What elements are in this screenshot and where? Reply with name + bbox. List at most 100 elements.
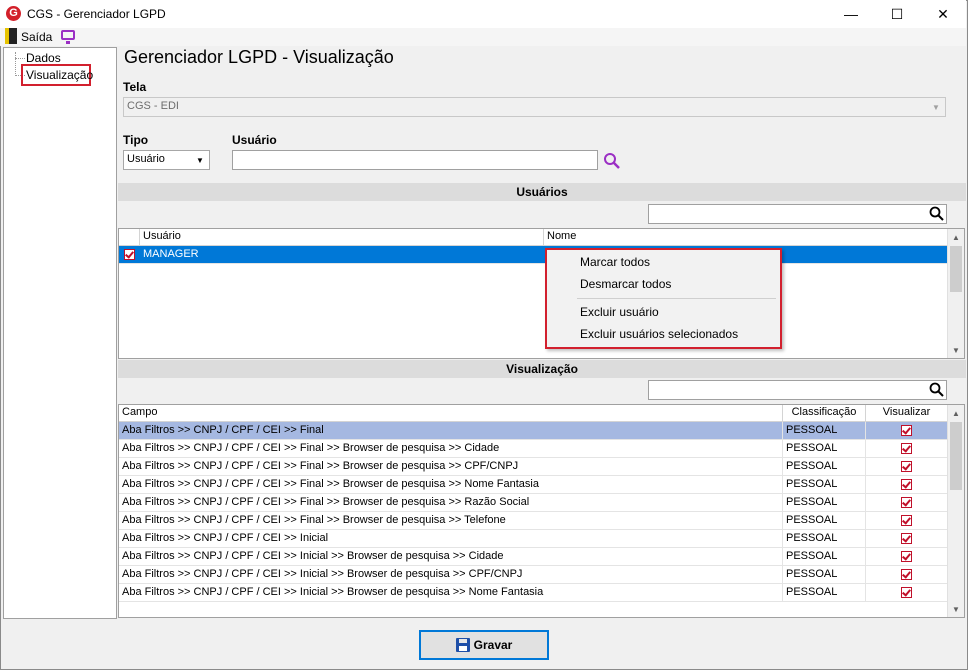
- checkbox-checked[interactable]: [901, 551, 912, 562]
- column-header-classificacao[interactable]: Classificação: [783, 405, 866, 421]
- checkbox-checked[interactable]: [901, 497, 912, 508]
- maximize-button[interactable]: ☐: [874, 0, 920, 28]
- scrollbar-thumb[interactable]: [950, 246, 962, 292]
- column-header-nome[interactable]: Nome: [544, 229, 947, 245]
- usuario-label: Usuário: [232, 133, 277, 147]
- save-button-label: Gravar: [473, 638, 513, 652]
- navigation-tree: Dados Visualização: [3, 47, 117, 619]
- cell-visualizar[interactable]: [866, 512, 947, 529]
- column-header-usuario[interactable]: Usuário: [140, 229, 544, 245]
- minimize-button[interactable]: —: [828, 0, 874, 28]
- scroll-up-icon[interactable]: ▲: [948, 405, 964, 421]
- table-row[interactable]: Aba Filtros >> CNPJ / CPF / CEI >> Final…: [119, 440, 947, 458]
- menu-item-excluir-selecionados[interactable]: Excluir usuários selecionados: [580, 327, 738, 341]
- scroll-up-icon[interactable]: ▲: [948, 229, 964, 245]
- table-row[interactable]: Aba Filtros >> CNPJ / CPF / CEI >> Final…: [119, 422, 947, 440]
- exit-menu-item[interactable]: Saída: [21, 30, 52, 44]
- menu-item-desmarcar-todos[interactable]: Desmarcar todos: [580, 277, 671, 291]
- menu-item-marcar-todos[interactable]: Marcar todos: [580, 255, 650, 269]
- column-header-campo[interactable]: Campo: [119, 405, 783, 421]
- table-row[interactable]: Aba Filtros >> CNPJ / CPF / CEI >> Inici…: [119, 548, 947, 566]
- cell-visualizar[interactable]: [866, 476, 947, 493]
- cell-visualizar[interactable]: [866, 458, 947, 475]
- cell-classificacao: PESSOAL: [783, 422, 866, 439]
- table-row[interactable]: Aba Filtros >> CNPJ / CPF / CEI >> Final…: [119, 458, 947, 476]
- chevron-down-icon: ▼: [932, 102, 940, 112]
- cell-visualizar[interactable]: [866, 566, 947, 583]
- scroll-down-icon[interactable]: ▼: [948, 342, 964, 358]
- checkbox-checked[interactable]: [901, 425, 912, 436]
- table-row[interactable]: Aba Filtros >> CNPJ / CPF / CEI >> Inici…: [119, 584, 947, 602]
- view-grid-scrollbar[interactable]: ▲ ▼: [947, 405, 964, 617]
- column-header-visualizar[interactable]: Visualizar: [866, 405, 947, 421]
- users-section-header: Usuários: [118, 183, 966, 201]
- cell-usuario: MANAGER: [143, 248, 199, 260]
- page-title: Gerenciador LGPD - Visualização: [124, 47, 394, 67]
- cell-visualizar[interactable]: [866, 530, 947, 547]
- chevron-down-icon: ▼: [196, 155, 204, 165]
- cell-campo: Aba Filtros >> CNPJ / CPF / CEI >> Final…: [119, 494, 783, 511]
- view-section-header: Visualização: [118, 360, 966, 378]
- users-grid: Usuário Nome MANAGER ▲ ▼: [118, 228, 965, 359]
- checkbox-checked[interactable]: [901, 533, 912, 544]
- table-row[interactable]: MANAGER: [119, 246, 947, 264]
- close-button[interactable]: ✕: [920, 0, 966, 28]
- checkbox-checked[interactable]: [901, 479, 912, 490]
- table-row[interactable]: Aba Filtros >> CNPJ / CPF / CEI >> Final…: [119, 512, 947, 530]
- view-search-input[interactable]: [648, 380, 947, 400]
- view-grid-body: Aba Filtros >> CNPJ / CPF / CEI >> Final…: [119, 422, 964, 602]
- save-button[interactable]: Gravar: [419, 630, 549, 660]
- tela-label: Tela: [123, 80, 147, 94]
- search-icon[interactable]: [603, 152, 621, 170]
- tela-select-value: CGS - EDI: [127, 100, 179, 112]
- tree-item-dados[interactable]: Dados: [26, 51, 61, 65]
- search-icon[interactable]: [929, 382, 945, 398]
- window-title: CGS - Gerenciador LGPD: [27, 7, 166, 21]
- cell-classificacao: PESSOAL: [783, 476, 866, 493]
- table-row[interactable]: Aba Filtros >> CNPJ / CPF / CEI >> Inici…: [119, 566, 947, 584]
- tipo-select[interactable]: Usuário ▼: [123, 150, 210, 170]
- monitor-icon[interactable]: [61, 30, 75, 44]
- tipo-label: Tipo: [123, 133, 149, 147]
- table-row[interactable]: Aba Filtros >> CNPJ / CPF / CEI >> Final…: [119, 476, 947, 494]
- view-grid-header: Campo Classificação Visualizar: [119, 405, 947, 422]
- usuario-input[interactable]: [232, 150, 598, 170]
- menu-bar: [0, 28, 966, 46]
- cell-campo: Aba Filtros >> CNPJ / CPF / CEI >> Final…: [119, 512, 783, 529]
- cell-campo: Aba Filtros >> CNPJ / CPF / CEI >> Inici…: [119, 584, 783, 601]
- checkbox-checked[interactable]: [901, 569, 912, 580]
- menu-item-excluir-usuario[interactable]: Excluir usuário: [580, 305, 659, 319]
- exit-door-icon[interactable]: [5, 28, 17, 44]
- tree-item-visualizacao[interactable]: Visualização: [21, 64, 93, 86]
- users-grid-scrollbar[interactable]: ▲ ▼: [947, 229, 964, 358]
- tela-select[interactable]: CGS - EDI ▼: [123, 97, 946, 117]
- row-checkbox[interactable]: [119, 246, 140, 263]
- checkbox-checked[interactable]: [124, 249, 135, 260]
- menu-separator: [577, 298, 776, 299]
- table-row[interactable]: Aba Filtros >> CNPJ / CPF / CEI >> Inici…: [119, 530, 947, 548]
- cell-classificacao: PESSOAL: [783, 548, 866, 565]
- checkbox-checked[interactable]: [901, 461, 912, 472]
- floppy-disk-icon: [455, 638, 470, 652]
- cell-classificacao: PESSOAL: [783, 494, 866, 511]
- cell-classificacao: PESSOAL: [783, 440, 866, 457]
- context-menu: Marcar todos Desmarcar todos Excluir usu…: [545, 248, 782, 349]
- cell-campo: Aba Filtros >> CNPJ / CPF / CEI >> Inici…: [119, 566, 783, 583]
- cell-visualizar[interactable]: [866, 548, 947, 565]
- cell-classificacao: PESSOAL: [783, 566, 866, 583]
- search-icon[interactable]: [929, 206, 945, 222]
- tree-connector: [15, 58, 25, 59]
- scrollbar-thumb[interactable]: [950, 422, 962, 490]
- cell-campo: Aba Filtros >> CNPJ / CPF / CEI >> Inici…: [119, 548, 783, 565]
- scroll-down-icon[interactable]: ▼: [948, 601, 964, 617]
- cell-visualizar[interactable]: [866, 422, 947, 439]
- cell-visualizar[interactable]: [866, 494, 947, 511]
- users-grid-header: Usuário Nome: [119, 229, 947, 246]
- table-row[interactable]: Aba Filtros >> CNPJ / CPF / CEI >> Final…: [119, 494, 947, 512]
- checkbox-checked[interactable]: [901, 587, 912, 598]
- cell-visualizar[interactable]: [866, 440, 947, 457]
- checkbox-checked[interactable]: [901, 443, 912, 454]
- users-search-input[interactable]: [648, 204, 947, 224]
- cell-visualizar[interactable]: [866, 584, 947, 601]
- checkbox-checked[interactable]: [901, 515, 912, 526]
